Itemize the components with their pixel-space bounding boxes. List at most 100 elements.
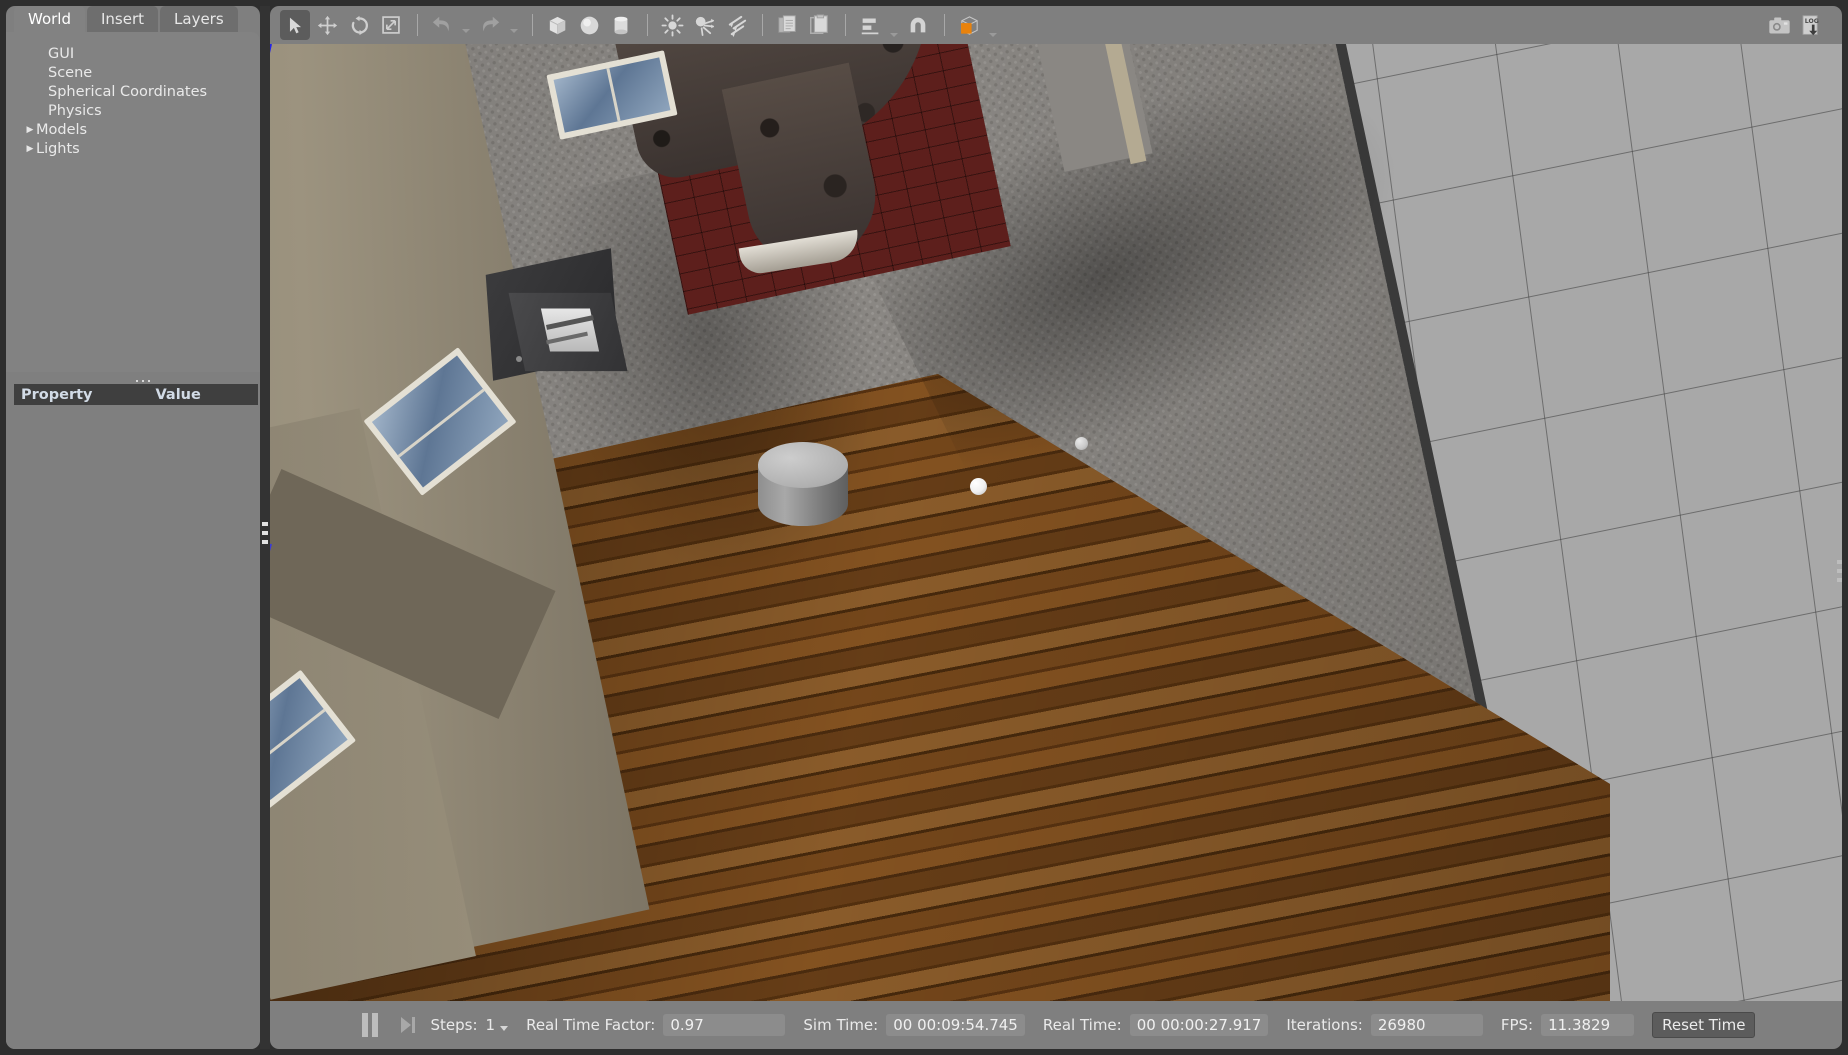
gazebo-3d-viewport[interactable] xyxy=(270,44,1842,1001)
iterations-label: Iterations: xyxy=(1286,1016,1363,1034)
cylinder-icon xyxy=(614,16,628,34)
tree-item-label: GUI xyxy=(48,45,75,62)
spot-light-icon xyxy=(695,16,714,36)
align-icon xyxy=(861,18,878,34)
main-toolbar: LOG xyxy=(270,6,1842,44)
undo-arrow-icon xyxy=(432,16,449,32)
column-header-value: Value xyxy=(155,386,201,403)
steps-value: 1 xyxy=(485,1016,496,1034)
toolbar-separator xyxy=(647,14,648,36)
svg-text:LOG: LOG xyxy=(1805,17,1819,24)
appearance-button[interactable] xyxy=(954,10,984,40)
tab-insert[interactable]: Insert xyxy=(87,6,159,32)
paste-icon xyxy=(810,14,828,34)
snap-button[interactable] xyxy=(903,10,933,40)
reset-time-button[interactable]: Reset Time xyxy=(1652,1012,1756,1038)
appliance-knob xyxy=(516,356,522,362)
insert-directional-light-button[interactable] xyxy=(721,10,751,40)
insert-spot-light-button[interactable] xyxy=(689,10,719,40)
log-button[interactable]: LOG xyxy=(1796,10,1826,40)
real-time-factor-value: 0.97 xyxy=(663,1014,786,1036)
iterations-value: 26980 xyxy=(1370,1014,1483,1036)
undo-button[interactable] xyxy=(427,10,457,40)
real-time-value: 00 00:00:27.917 xyxy=(1129,1014,1269,1036)
redo-arrow-icon xyxy=(483,16,500,32)
toolbar-right-group: LOG xyxy=(1764,10,1842,40)
splitter-handle[interactable] xyxy=(262,522,268,544)
left-panel-tab-bar: World Insert Layers xyxy=(14,6,240,32)
sim-time-label: Sim Time: xyxy=(803,1016,879,1034)
tree-item-physics[interactable]: Physics xyxy=(24,101,260,120)
fps-value: 11.3829 xyxy=(1541,1014,1635,1036)
tree-item-gui[interactable]: GUI xyxy=(24,44,260,63)
rotate-icon xyxy=(351,15,368,35)
paste-button[interactable] xyxy=(804,10,834,40)
status-bar-content: Steps: 1 Real Time Factor: 0.97 Sim Time… xyxy=(357,1011,1756,1039)
screenshot-button[interactable] xyxy=(1764,10,1794,40)
grey-cylinder-model[interactable] xyxy=(758,442,848,542)
rotate-tool-button[interactable] xyxy=(344,10,374,40)
magnet-snap-icon xyxy=(910,17,926,33)
sphere-icon xyxy=(580,16,598,34)
tree-item-label: Lights xyxy=(36,140,80,157)
undo-dropdown-caret[interactable] xyxy=(459,10,473,40)
pause-button[interactable] xyxy=(357,1011,383,1039)
left-panel: World Insert Layers GUI Scene Spherical … xyxy=(6,6,260,1049)
panel-splitter[interactable] xyxy=(260,6,270,1049)
step-forward-icon xyxy=(400,1017,415,1033)
chevron-right-icon[interactable]: ▶ xyxy=(24,144,36,154)
toolbar-separator xyxy=(944,14,945,36)
translate-tool-button[interactable] xyxy=(312,10,342,40)
log-download-icon: LOG xyxy=(1802,14,1819,35)
column-header-property: Property xyxy=(21,386,93,403)
tab-world[interactable]: World xyxy=(14,6,85,32)
align-dropdown-caret[interactable] xyxy=(887,10,901,40)
tree-item-label: Scene xyxy=(48,64,93,81)
select-tool-button[interactable] xyxy=(280,10,310,40)
insert-sphere-button[interactable] xyxy=(574,10,604,40)
tab-layers[interactable]: Layers xyxy=(160,6,238,32)
toolbar-separator xyxy=(417,14,418,36)
viewport-resize-grip[interactable] xyxy=(1837,560,1842,582)
redo-button[interactable] xyxy=(475,10,505,40)
tree-item-label: Physics xyxy=(48,102,102,119)
tree-item-lights[interactable]: ▶ Lights xyxy=(24,139,260,158)
scale-tool-button[interactable] xyxy=(376,10,406,40)
orange-cube-icon xyxy=(960,15,978,35)
cursor-arrow-icon xyxy=(289,17,301,33)
steps-label: Steps: xyxy=(430,1016,478,1034)
world-tree: GUI Scene Spherical Coordinates Physics … xyxy=(6,32,260,372)
step-button[interactable] xyxy=(395,1011,421,1039)
align-button[interactable] xyxy=(855,10,885,40)
scale-icon xyxy=(382,16,400,34)
white-sphere-large[interactable] xyxy=(970,478,987,495)
tree-item-spherical-coordinates[interactable]: Spherical Coordinates xyxy=(24,82,260,101)
right-pane: LOG Steps: 1 Real Time Factor: 0.97 Sim … xyxy=(270,6,1842,1049)
insert-point-light-button[interactable] xyxy=(657,10,687,40)
chevron-right-icon[interactable]: ▶ xyxy=(24,125,36,135)
tree-item-label: Spherical Coordinates xyxy=(48,83,208,100)
redo-dropdown-caret[interactable] xyxy=(507,10,521,40)
appearance-dropdown-caret[interactable] xyxy=(986,10,1000,40)
insert-cylinder-button[interactable] xyxy=(606,10,636,40)
property-table-body xyxy=(6,405,260,1049)
insert-box-button[interactable] xyxy=(542,10,572,40)
box-icon xyxy=(549,16,565,34)
real-time-label: Real Time: xyxy=(1042,1016,1122,1034)
toolbar-separator xyxy=(845,14,846,36)
sim-time-value: 00 00:09:54.745 xyxy=(886,1014,1025,1036)
fps-label: FPS: xyxy=(1500,1016,1534,1034)
move-arrows-icon xyxy=(317,15,337,35)
tree-item-models[interactable]: ▶ Models xyxy=(24,120,260,139)
directional-light-icon xyxy=(728,15,746,37)
toolbar-separator xyxy=(532,14,533,36)
gazebo-main-window: World Insert Layers GUI Scene Spherical … xyxy=(0,0,1848,1055)
tree-item-scene[interactable]: Scene xyxy=(24,63,260,82)
steps-dropdown-caret[interactable] xyxy=(500,1026,509,1031)
white-sphere-small[interactable] xyxy=(1075,437,1088,450)
toolbar-separator xyxy=(762,14,763,36)
property-table-header: Property Value xyxy=(14,384,258,405)
copy-button[interactable] xyxy=(772,10,802,40)
simulation-status-bar: Steps: 1 Real Time Factor: 0.97 Sim Time… xyxy=(270,1001,1842,1049)
point-light-icon xyxy=(661,14,683,36)
